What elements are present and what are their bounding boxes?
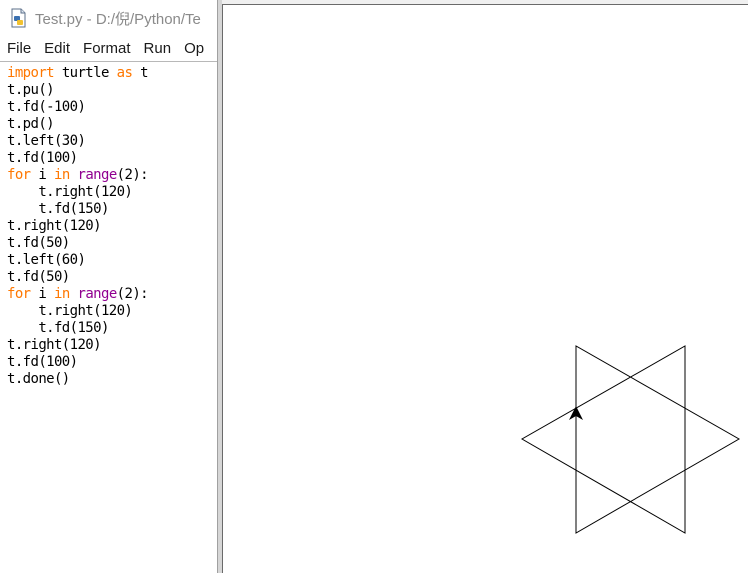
turtle-canvas xyxy=(520,345,741,534)
turtle-graphics-window xyxy=(222,4,748,573)
star-triangle-down xyxy=(520,345,686,534)
star-triangle-up xyxy=(575,345,741,534)
